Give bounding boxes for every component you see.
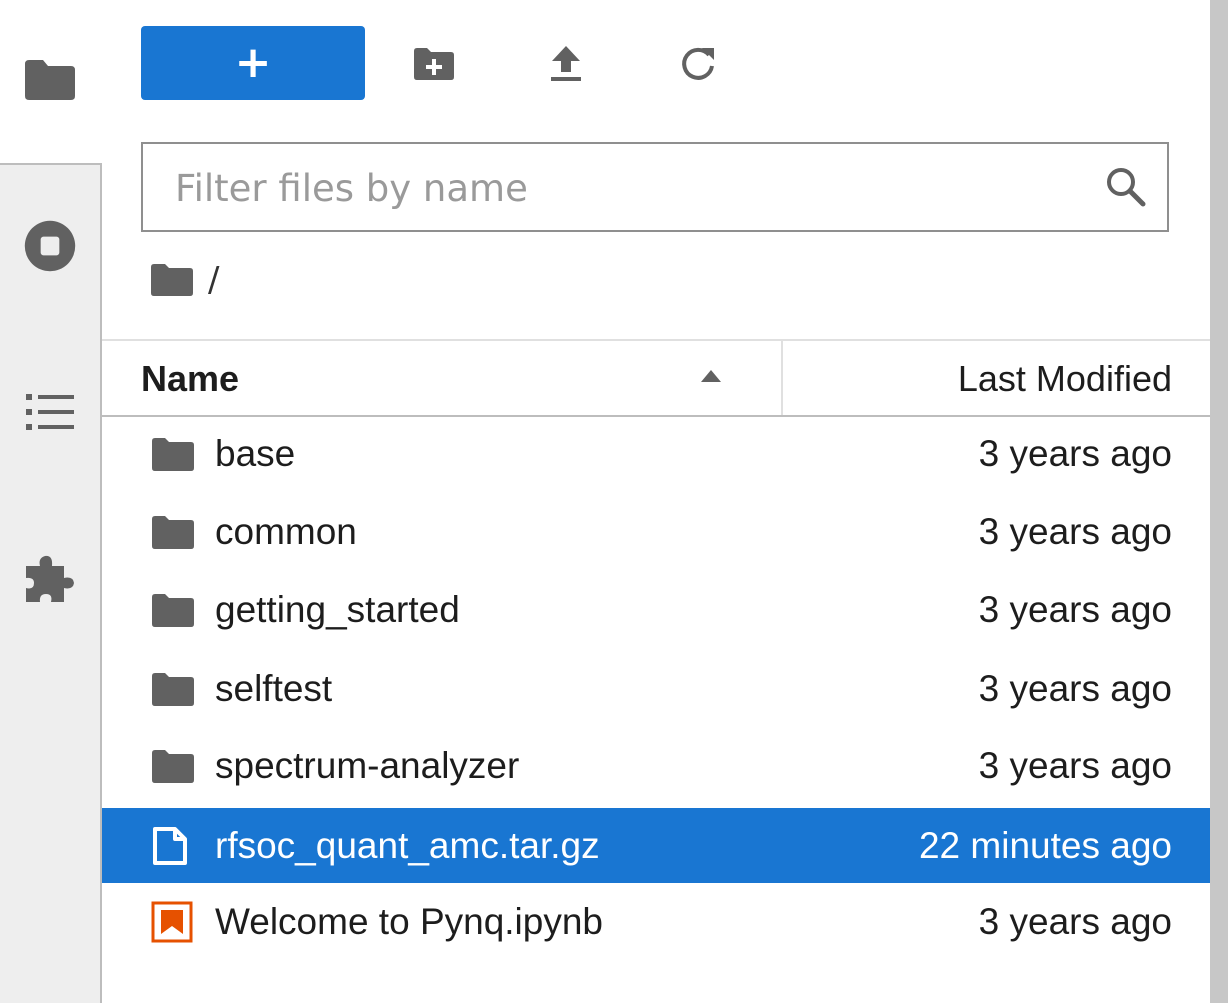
list-item-selected[interactable]: rfsoc_quant_amc.tar.gz 22 minutes ago [102,808,1210,883]
refresh-button[interactable] [674,40,722,88]
file-name: selftest [215,668,333,709]
column-header-modified[interactable]: Last Modified [785,341,1210,415]
folder-icon [152,594,194,627]
sidebar-item-running[interactable] [22,218,78,274]
new-folder-icon [414,48,454,80]
home-folder-icon[interactable] [150,263,194,297]
filter-field [141,142,1169,232]
filter-input[interactable] [173,144,1077,232]
file-modified: 3 years ago [978,511,1172,552]
file-name: common [215,511,357,552]
file-icon [153,827,187,865]
activity-bar-divider [0,163,102,165]
folder-icon [152,516,194,549]
breadcrumb-path: / [208,260,220,300]
folder-icon [25,60,75,100]
file-name: rfsoc_quant_amc.tar.gz [215,825,600,866]
file-name: spectrum-analyzer [215,745,520,786]
file-name: Welcome to Pynq.ipynb [215,901,604,942]
folder-icon [152,750,194,783]
file-name: getting_started [215,589,460,630]
search-icon [1107,168,1146,207]
file-modified: 3 years ago [978,433,1172,474]
upload-icon [551,46,581,81]
file-modified: 22 minutes ago [918,825,1172,866]
sort-ascending-icon [701,370,721,382]
plus-icon: + [234,37,272,88]
new-folder-button[interactable] [410,40,458,88]
column-header-name[interactable]: Name [102,341,783,415]
list-item[interactable]: spectrum-analyzer 3 years ago [102,728,1210,803]
breadcrumb: / [150,258,219,302]
sidebar-item-toc[interactable] [22,384,78,440]
sidebar-item-extensions[interactable] [22,552,78,608]
panel-right-border [1210,0,1228,1003]
list-item[interactable]: base 3 years ago [102,416,1210,491]
file-modified: 3 years ago [978,901,1172,942]
file-list-header: Name Last Modified [102,339,1210,417]
stop-circle-icon [24,220,76,272]
folder-icon [152,673,194,706]
file-modified: 3 years ago [978,745,1172,786]
upload-button[interactable] [542,40,590,88]
list-item[interactable]: Welcome to Pynq.ipynb 3 years ago [102,884,1210,959]
refresh-icon [682,47,714,80]
file-modified: 3 years ago [978,589,1172,630]
list-item[interactable]: common 3 years ago [102,494,1210,569]
notebook-icon [151,901,193,943]
column-name-label: Name [141,358,240,399]
column-modified-label: Last Modified [957,358,1172,399]
file-modified: 3 years ago [978,668,1172,709]
folder-icon [152,438,194,471]
puzzle-piece-icon [26,555,74,602]
activity-bar [0,0,102,1003]
list-item[interactable]: getting_started 3 years ago [102,572,1210,647]
list-icon [26,394,74,430]
file-name: base [215,433,296,474]
sidebar-item-file-browser[interactable] [22,52,78,108]
new-launcher-button[interactable]: + [141,26,365,100]
list-item[interactable]: selftest 3 years ago [102,651,1210,726]
